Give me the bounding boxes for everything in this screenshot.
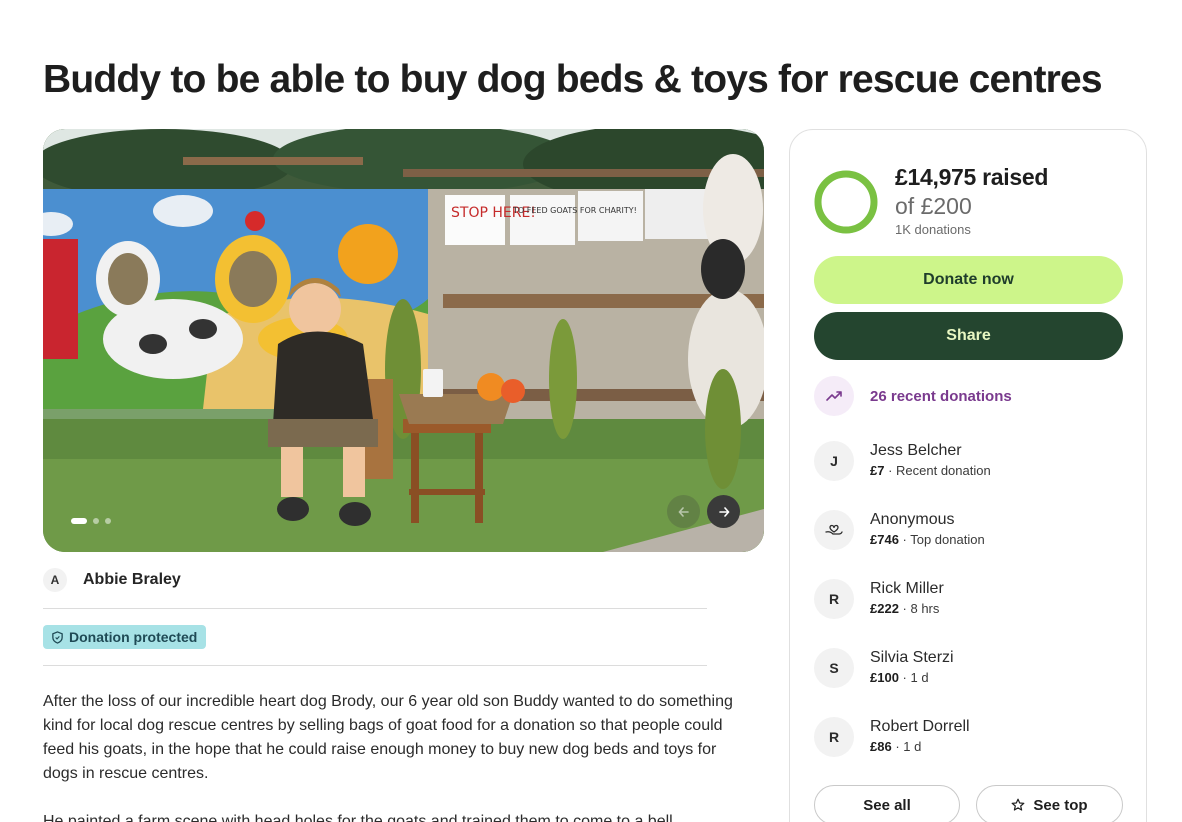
sign-feed-text: TO FEED GOATS FOR CHARITY! <box>512 206 637 215</box>
divider <box>43 665 707 666</box>
story-paragraph: After the loss of our incredible heart d… <box>43 693 733 782</box>
page-title: Buddy to be able to buy dog beds & toys … <box>43 58 1103 101</box>
donation-item: S Silvia Sterzi £100 · 1 d <box>814 648 954 688</box>
donation-item: Anonymous £746 · Top donation <box>814 510 985 550</box>
amount-raised: £14,975 raised <box>895 164 1049 190</box>
share-button[interactable]: Share <box>814 312 1123 360</box>
donation-amount: £86 <box>870 739 892 754</box>
organizer-name[interactable]: Abbie Braley <box>83 571 181 589</box>
donation-amount: £100 <box>870 670 899 685</box>
see-top-button[interactable]: See top <box>976 785 1123 822</box>
progress-ring <box>814 170 878 234</box>
donor-name: Jess Belcher <box>870 442 962 459</box>
carousel-dot-1[interactable] <box>71 518 87 524</box>
donor-avatar: R <box>814 579 854 619</box>
donation-protected-badge[interactable]: Donation protected <box>43 625 207 649</box>
donor-name: Rick Miller <box>870 580 944 597</box>
donations-count: 1K donations <box>895 222 971 237</box>
divider <box>43 608 707 609</box>
chevron-left-icon <box>677 506 689 517</box>
donation-item: R Robert Dorrell £86 · 1 d <box>814 717 970 757</box>
recent-donations-link[interactable]: 26 recent donations <box>814 376 1012 416</box>
donation-amount: £746 <box>870 532 899 547</box>
donor-name: Robert Dorrell <box>870 718 970 735</box>
donation-protected-label: Donation protected <box>69 629 198 645</box>
shield-icon <box>52 630 63 644</box>
donation-amount: £7 <box>870 463 885 478</box>
donate-now-button[interactable]: Donate now <box>814 256 1123 304</box>
heart-hand-icon <box>814 510 854 550</box>
donation-item: J Jess Belcher £7 · Recent donation <box>814 441 991 481</box>
carousel-dot-3[interactable] <box>105 518 111 524</box>
carousel-dot-2[interactable] <box>93 518 99 524</box>
trending-up-icon <box>814 376 854 416</box>
donation-meta: · Top donation <box>898 532 985 547</box>
carousel-dots[interactable] <box>71 518 111 524</box>
organizer-avatar: A <box>43 568 67 592</box>
donation-meta: · Recent donation <box>884 463 991 478</box>
see-top-label: See top <box>1033 796 1088 814</box>
donor-avatar: R <box>814 717 854 757</box>
donor-name: Silvia Sterzi <box>870 649 954 666</box>
donor-avatar: S <box>814 648 854 688</box>
donation-amount: £222 <box>870 601 899 616</box>
star-icon <box>1012 798 1025 811</box>
prev-image-button[interactable] <box>667 495 700 528</box>
recent-donations-label: 26 recent donations <box>870 387 1012 405</box>
hero-photo: STOP HERE! TO FEED GOATS FOR CHARITY! <box>43 129 764 552</box>
donation-meta: · 8 hrs <box>898 601 940 616</box>
organizer[interactable]: A Abbie Braley <box>43 568 181 592</box>
chevron-right-icon <box>718 506 730 517</box>
see-all-label: See all <box>863 796 911 814</box>
donation-meta: · 1 d <box>891 739 922 754</box>
donor-name: Anonymous <box>870 511 955 528</box>
donation-item: R Rick Miller £222 · 8 hrs <box>814 579 944 619</box>
next-image-button[interactable] <box>707 495 740 528</box>
donor-avatar: J <box>814 441 854 481</box>
story-paragraph: He painted a farm scene with head holes … <box>43 813 673 822</box>
campaign-hero-image[interactable]: STOP HERE! TO FEED GOATS FOR CHARITY! <box>43 129 764 552</box>
goal-amount: of £200 <box>895 193 972 219</box>
donation-sidebar-card: £14,975 raised of £200 1K donations Dona… <box>789 129 1147 822</box>
donation-meta: · 1 d <box>898 670 929 685</box>
see-all-button[interactable]: See all <box>814 785 960 822</box>
